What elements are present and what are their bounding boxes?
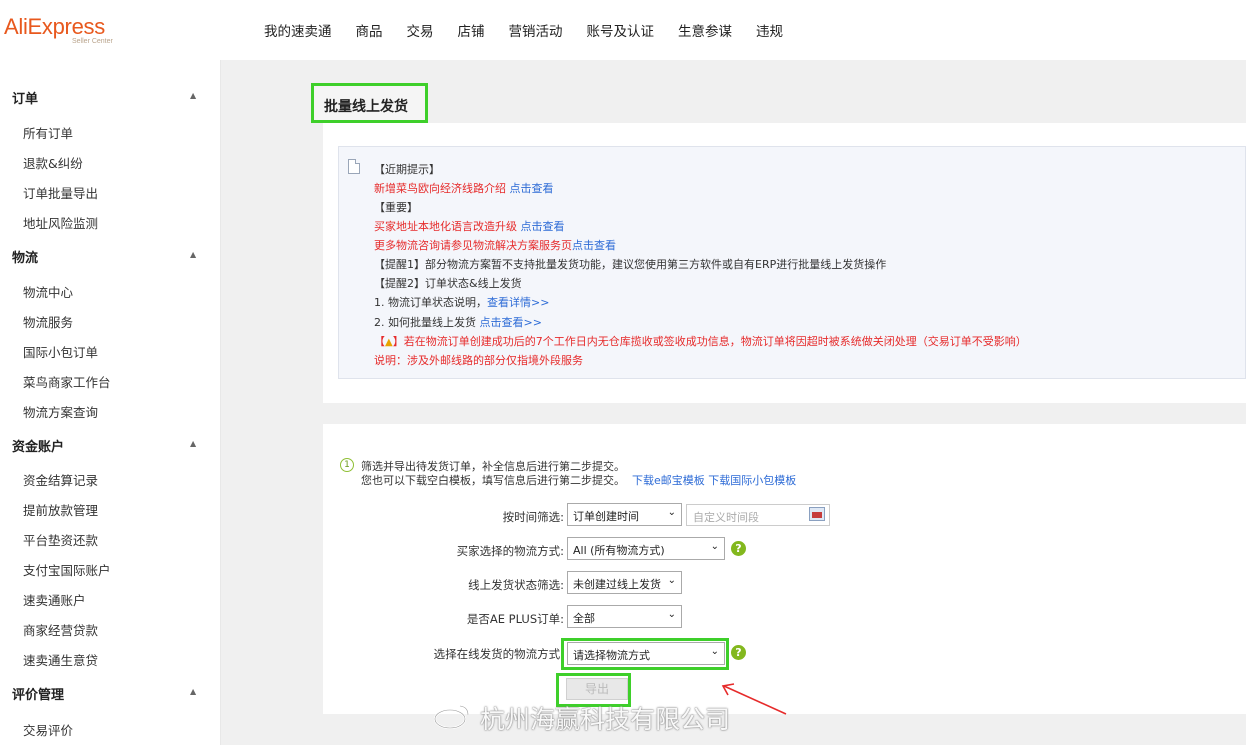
sidebar-item-aliexpress-loan[interactable]: 速卖通生意贷: [23, 650, 98, 669]
nav-my-aliexpress[interactable]: 我的速卖通: [264, 20, 332, 40]
notice-reminder1: 【提醒1】部分物流方案暂不支持批量发货功能，建议您使用第三方软件或自有ERP进行…: [374, 258, 887, 271]
collapse-caret-icon[interactable]: ▲: [190, 687, 196, 696]
sidebar-item-logistics-service[interactable]: 物流服务: [23, 312, 73, 331]
sidebar-item-address-risk[interactable]: 地址风险监测: [23, 213, 98, 232]
sidebar-item-aliexpress-account[interactable]: 速卖通账户: [23, 590, 86, 609]
sidebar-item-cainiao-workbench[interactable]: 菜鸟商家工作台: [23, 372, 111, 391]
notice-note: 说明：涉及外邮线路的部分仅指境外段服务: [374, 354, 583, 367]
time-filter-select[interactable]: 订单创建时间 ⌄: [567, 503, 682, 526]
notice-important-header: 【重要】: [374, 201, 418, 214]
sidebar-item-logistics-center[interactable]: 物流中心: [23, 282, 73, 301]
sidebar-section-logistics[interactable]: 物流: [12, 247, 38, 266]
download-intl-parcel-template-link[interactable]: 下载国际小包模板: [708, 474, 796, 487]
shipping-method-select[interactable]: 请选择物流方式 ⌄: [567, 642, 725, 665]
sidebar-item-settlement[interactable]: 资金结算记录: [23, 470, 98, 489]
notice-recent-link[interactable]: 点击查看: [510, 182, 554, 195]
sidebar-item-alipay-intl[interactable]: 支付宝国际账户: [23, 560, 111, 579]
page-title: 批量线上发货: [324, 99, 408, 115]
notice-item1: 1. 物流订单状态说明，查看详情>>: [374, 296, 550, 309]
collapse-caret-icon[interactable]: ▲: [190, 91, 196, 100]
notice-warning: 【▲】若在物流订单创建成功后的7个工作日内无仓库揽收或签收成功信息，物流订单将因…: [374, 335, 1027, 348]
nav-marketing[interactable]: 营销活动: [509, 20, 563, 40]
sidebar-item-platform-advance[interactable]: 平台垫资还款: [23, 530, 98, 549]
step-instruction-2: 您也可以下载空白模板，填写信息后进行第二步提交。 下载e邮宝模板 下载国际小包模…: [361, 474, 797, 487]
online-status-label: 线上发货状态筛选:: [468, 578, 564, 592]
sidebar-section-orders[interactable]: 订单: [12, 88, 38, 107]
notice-important-line1: 买家地址本地化语言改造升级 点击查看: [374, 220, 565, 233]
chevron-down-icon: ⌄: [667, 575, 676, 586]
sidebar-item-business-loan[interactable]: 商家经营贷款: [23, 620, 98, 639]
chevron-down-icon: ⌄: [710, 646, 719, 657]
notice-important-link2[interactable]: 点击查看: [572, 239, 616, 252]
notice-item1-link[interactable]: 查看详情>>: [487, 296, 549, 309]
sidebar-item-refunds[interactable]: 退款&纠纷: [23, 153, 83, 172]
nav-violations[interactable]: 违规: [756, 20, 783, 40]
time-filter-label: 按时间筛选:: [502, 510, 564, 524]
aliexpress-logo[interactable]: AliExpress Seller Center: [4, 14, 124, 48]
help-icon[interactable]: ?: [731, 541, 746, 556]
sidebar-item-trade-reviews[interactable]: 交易评价: [23, 720, 73, 739]
sidebar-item-all-orders[interactable]: 所有订单: [23, 123, 73, 142]
nav-products[interactable]: 商品: [356, 20, 383, 40]
online-status-select[interactable]: 未创建过线上发货 ⌄: [567, 571, 682, 594]
sidebar-item-logistics-query[interactable]: 物流方案查询: [23, 402, 98, 421]
sidebar-item-order-export[interactable]: 订单批量导出: [23, 183, 98, 202]
buyer-shipping-label: 买家选择的物流方式:: [456, 544, 564, 558]
help-icon[interactable]: ?: [731, 645, 746, 660]
export-button[interactable]: 导出: [566, 678, 628, 700]
ae-plus-select[interactable]: 全部 ⌄: [567, 605, 682, 628]
chevron-down-icon: ⌄: [710, 541, 719, 552]
notice-item2-link[interactable]: 点击查看>>: [480, 316, 542, 329]
collapse-caret-icon[interactable]: ▲: [190, 250, 196, 259]
watermark-text: 杭州海赢科技有限公司: [480, 705, 731, 734]
logo-subtitle: Seller Center: [72, 38, 113, 45]
document-icon: [348, 159, 360, 174]
sidebar-section-funds[interactable]: 资金账户: [12, 436, 64, 455]
shipping-method-label: 选择在线发货的物流方式:: [433, 647, 564, 661]
notice-reminder2: 【提醒2】订单状态&线上发货: [374, 277, 522, 290]
calendar-icon[interactable]: [809, 507, 825, 521]
notice-important-line2: 更多物流咨询请参见物流解决方案服务页点击查看: [374, 239, 616, 252]
top-navbar: AliExpress Seller Center 我的速卖通 商品 交易 店铺 …: [0, 0, 1246, 60]
notice-item2: 2. 如何批量线上发货 点击查看>>: [374, 316, 542, 329]
collapse-caret-icon[interactable]: ▲: [190, 439, 196, 448]
main-nav: 我的速卖通 商品 交易 店铺 营销活动 账号及认证 生意参谋 违规: [264, 20, 807, 40]
step-number-badge: 1: [340, 458, 354, 472]
page-title-highlight: 批量线上发货: [311, 83, 428, 123]
notice-recent-header: 【近期提示】: [374, 163, 440, 176]
chevron-down-icon: ⌄: [667, 609, 676, 620]
ae-plus-label: 是否AE PLUS订单:: [466, 612, 564, 626]
chevron-down-icon: ⌄: [667, 507, 676, 518]
nav-account[interactable]: 账号及认证: [587, 20, 655, 40]
weibo-logo-icon: [433, 704, 470, 730]
notice-important-link1[interactable]: 点击查看: [521, 220, 565, 233]
notice-recent-line: 新增菜鸟欧向经济线路介绍 点击查看: [374, 182, 554, 195]
nav-business-advisor[interactable]: 生意参谋: [678, 20, 732, 40]
download-eub-template-link[interactable]: 下载e邮宝模板: [632, 474, 705, 487]
buyer-shipping-select[interactable]: All (所有物流方式) ⌄: [567, 537, 725, 560]
sidebar-section-reviews[interactable]: 评价管理: [12, 684, 64, 703]
sidebar-item-intl-parcel[interactable]: 国际小包订单: [23, 342, 98, 361]
logo-text: AliExpress: [4, 14, 105, 39]
nav-store[interactable]: 店铺: [458, 20, 485, 40]
warning-icon: ▲: [385, 337, 393, 348]
sidebar-item-early-release[interactable]: 提前放款管理: [23, 500, 98, 519]
nav-trade[interactable]: 交易: [407, 20, 434, 40]
